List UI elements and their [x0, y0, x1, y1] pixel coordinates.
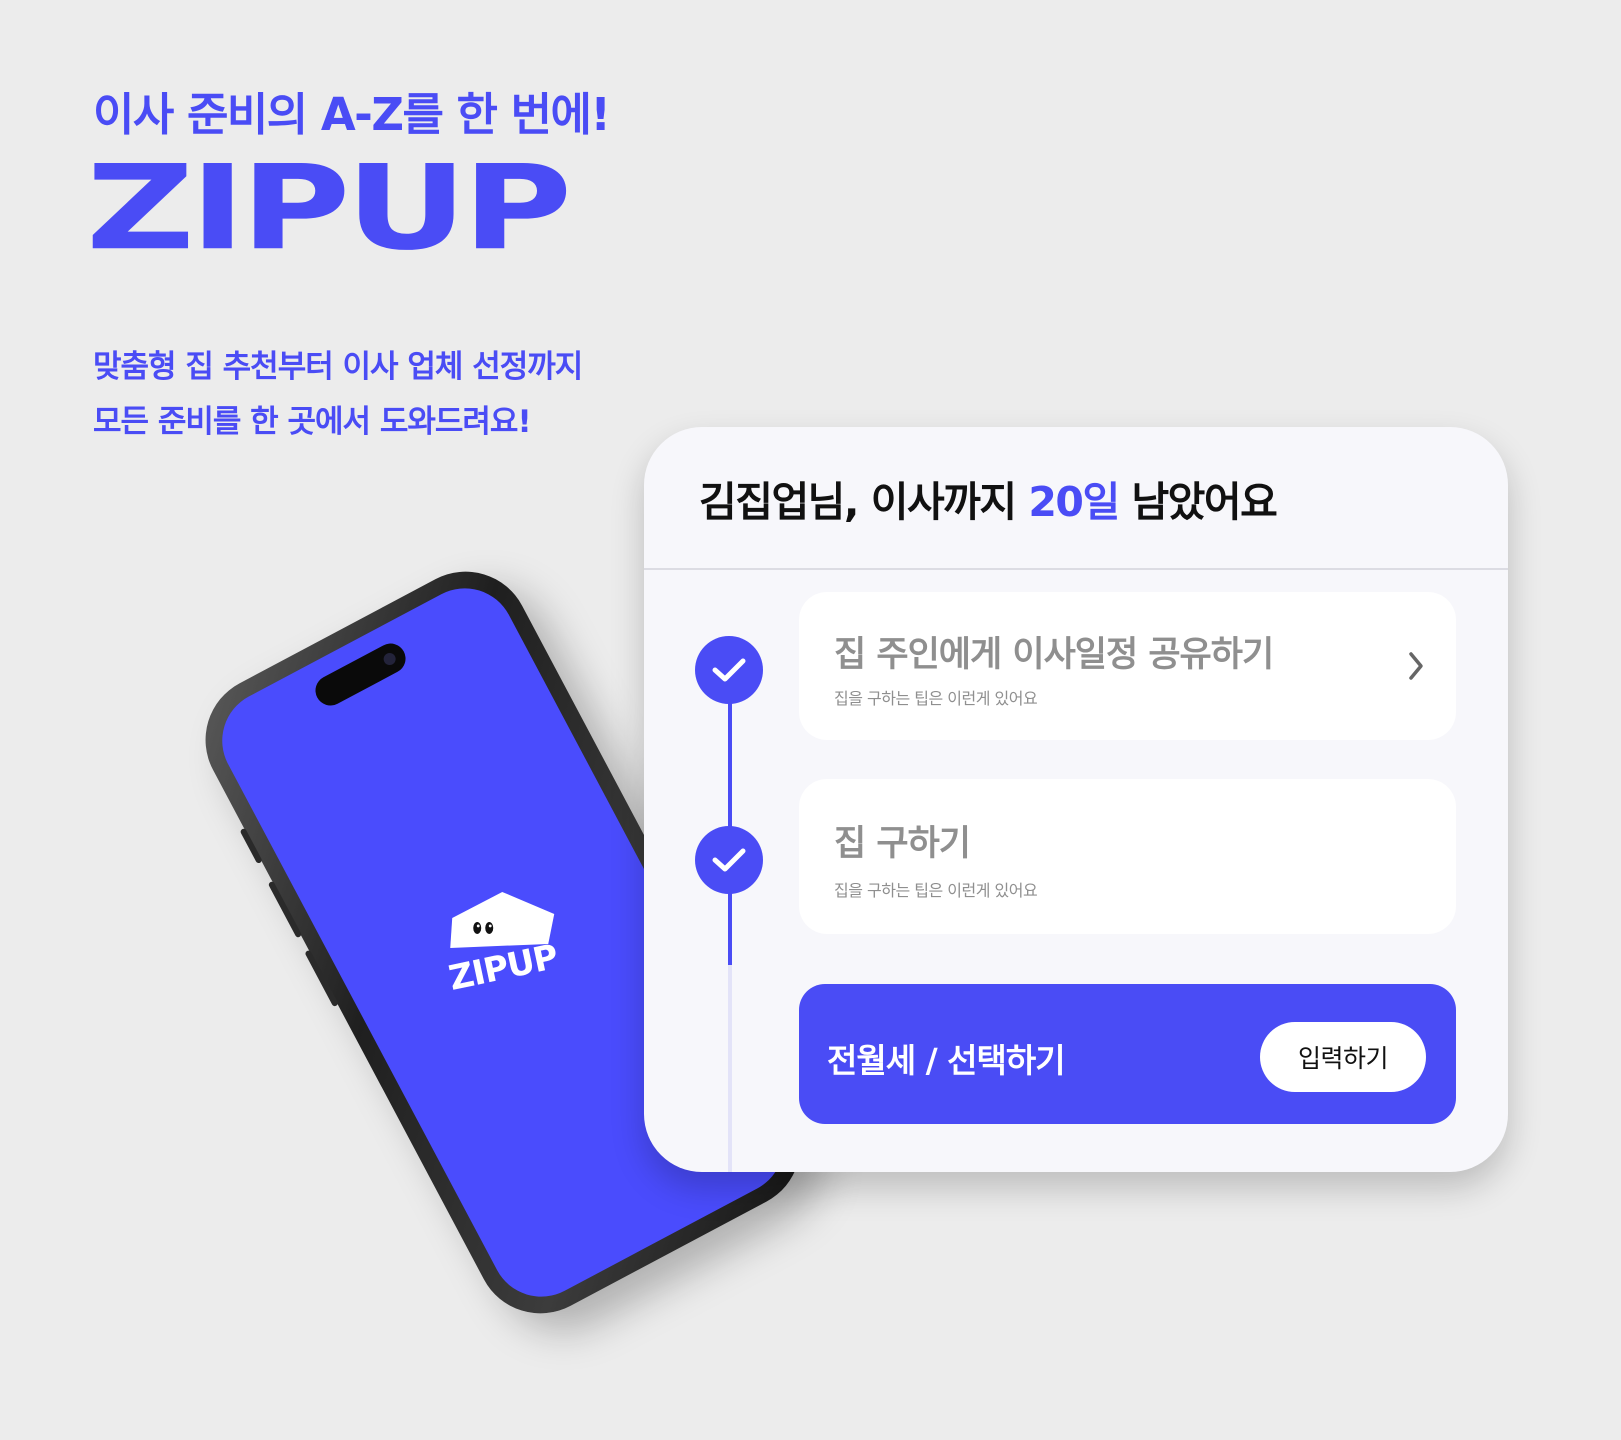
input-button[interactable]: 입력하기: [1260, 1022, 1426, 1092]
app-splash-logo: ZIPUP: [433, 888, 573, 998]
step-card-share-schedule[interactable]: 집 주인에게 이사일정 공유하기 집을 구하는 팁은 이런게 있어요: [799, 592, 1456, 740]
step-title: 집 구하기: [834, 824, 971, 864]
timeline-pending-line: [728, 965, 732, 1172]
hero-tagline: 이사 준비의 A-Z를 한 번에!: [93, 88, 611, 141]
moving-checklist-card: 김집업님, 이사까지 20일 남았어요 집 주인에게 이사일정 공유하기 집을 …: [644, 427, 1508, 1172]
lease-type-selector[interactable]: 전월세 / 선택하기 입력하기: [799, 984, 1456, 1124]
subcopy-line-2: 모든 준비를 한 곳에서 도와드려요!: [93, 404, 532, 440]
subcopy-line-1: 맞춤형 집 추천부터 이사 업체 선정까지: [93, 349, 583, 385]
timeline-progress-line: [728, 675, 732, 965]
step-description: 집을 구하는 팁은 이런게 있어요: [834, 881, 1038, 900]
lease-type-label: 전월세 / 선택하기: [827, 1041, 1066, 1080]
phone-action-button: [239, 827, 263, 865]
chevron-right-icon[interactable]: [1406, 650, 1426, 682]
step-card-find-house[interactable]: 집 구하기 집을 구하는 팁은 이런게 있어요: [799, 779, 1456, 934]
step-title: 집 주인에게 이사일정 공유하기: [834, 635, 1274, 675]
countdown-header: 김집업님, 이사까지 20일 남았어요: [644, 427, 1508, 570]
greeting-prefix: 김집업님, 이사까지: [699, 477, 1029, 526]
step-1-check-icon: [695, 636, 763, 704]
brand-logo: ZIPUP: [86, 140, 572, 277]
step-description: 집을 구하는 팁은 이런게 있어요: [834, 689, 1038, 708]
days-left: 20일: [1028, 477, 1120, 526]
hero-subcopy: 맞춤형 집 추천부터 이사 업체 선정까지 모든 준비를 한 곳에서 도와드려요…: [93, 340, 583, 450]
greeting-suffix: 남았어요: [1118, 477, 1277, 526]
step-2-check-icon: [695, 826, 763, 894]
